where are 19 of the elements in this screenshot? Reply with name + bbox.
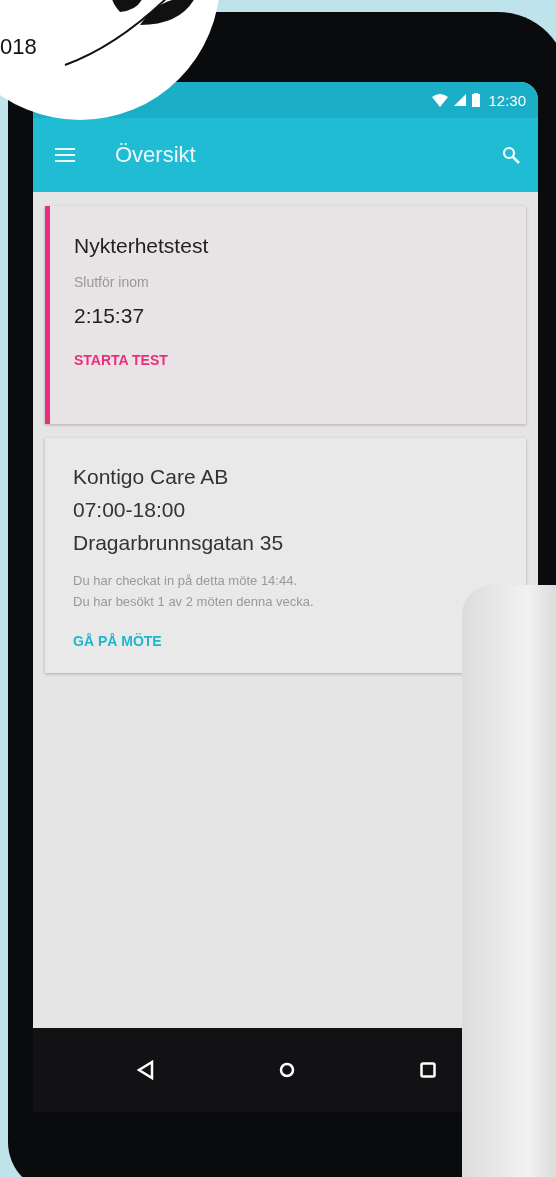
- start-test-link[interactable]: STARTA TEST: [74, 352, 168, 368]
- battery-icon: [472, 93, 481, 107]
- signal-icon: [454, 94, 467, 106]
- recents-icon[interactable]: [419, 1062, 436, 1078]
- status-time: 12:30: [488, 91, 526, 109]
- countdown-timer: 2:15:37: [74, 304, 145, 328]
- meeting-info: 07:00-18:00: [73, 497, 186, 523]
- wifi-icon: [432, 93, 449, 107]
- card-subtitle: Slutför inom: [74, 274, 149, 290]
- home-icon[interactable]: [278, 1062, 295, 1078]
- app-title: Översikt: [115, 142, 197, 168]
- back-icon[interactable]: [135, 1060, 154, 1080]
- badge-year: 018: [0, 34, 37, 60]
- meeting-info: Kontigo Care AB: [73, 464, 229, 490]
- meeting-note: Du har checkat in på detta möte 14:44.: [73, 573, 299, 588]
- meeting-note: Du har besökt 1 av 2 möten denna vecka.: [73, 594, 314, 609]
- card-title: Nykterhetstest: [74, 234, 209, 258]
- go-to-meeting-link[interactable]: GÅ PÅ MÖTE: [73, 633, 162, 649]
- meeting-info: Dragarbrunnsgatan 35: [73, 530, 284, 556]
